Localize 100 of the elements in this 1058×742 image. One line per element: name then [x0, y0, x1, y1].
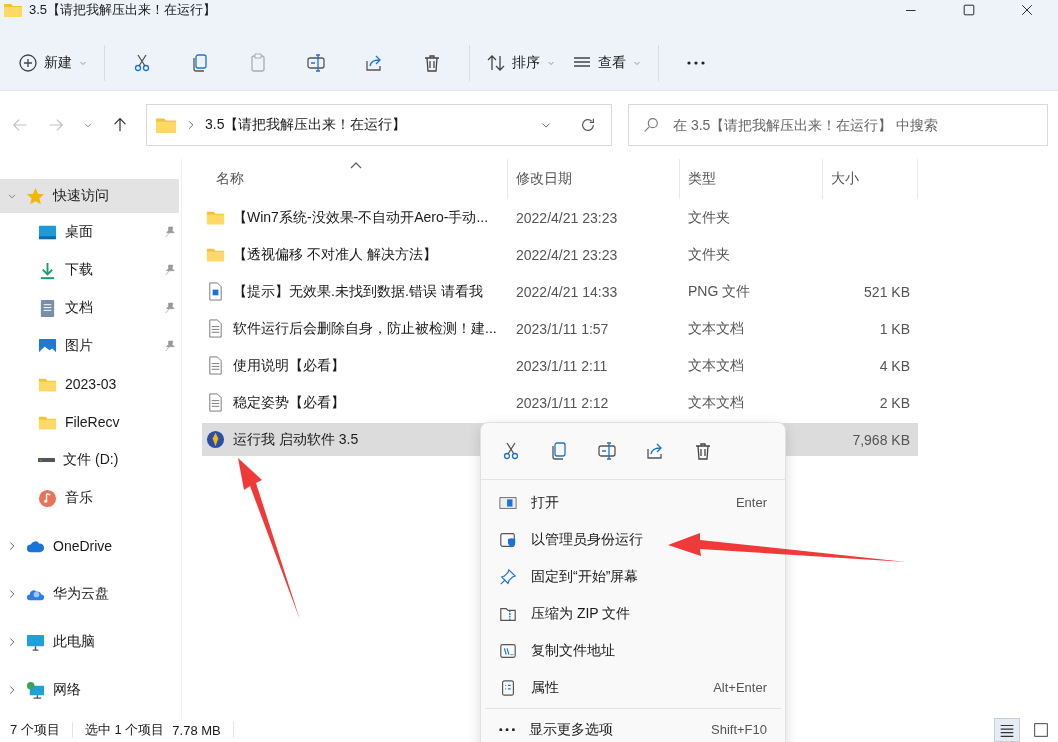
properties-icon [499, 678, 517, 697]
sidebar-item[interactable]: 文件 (D:) [0, 441, 181, 479]
copy-icon [190, 53, 210, 73]
menu-item[interactable]: 以管理员身份运行 [481, 521, 785, 558]
breadcrumb[interactable]: 3.5【请把我解压出来！在运行】 [205, 116, 407, 134]
column-header[interactable]: 修改日期 [508, 159, 680, 199]
column-header[interactable]: 类型 [680, 159, 823, 199]
picture-icon [38, 336, 57, 356]
file-type: 文本文档 [688, 393, 744, 412]
modified-date: 2022/4/21 23:23 [516, 209, 618, 226]
file-row[interactable]: 软件运行后会删除自身，防止被检测！建... 2023/1/11 1:57 文本文档 1 KB [202, 310, 918, 347]
more-icon [499, 727, 516, 732]
item-count: 7 个项目 [10, 721, 60, 739]
menu-item[interactable]: 打开 Enter [481, 484, 785, 521]
sidebar-item[interactable]: 桌面 [0, 213, 181, 251]
details-view-button[interactable] [994, 718, 1020, 742]
file-name: 软件运行后会删除自身，防止被检测！建... [233, 319, 497, 338]
column-header[interactable]: 大小 [823, 159, 918, 199]
scissors-icon [501, 441, 521, 461]
file-size: 521 KB [864, 283, 910, 300]
file-row[interactable]: 【透视偏移 不对准人 解决方法】 2022/4/21 23:23 文件夹 [202, 236, 918, 273]
menu-item[interactable]: 属性 Alt+Enter [481, 669, 785, 706]
sidebar-item[interactable]: 下载 [0, 251, 181, 289]
search-field[interactable]: 在 3.5【请把我解压出来！在运行】 中搜索 [628, 104, 1048, 146]
sidebar-item[interactable]: FileRecv [0, 403, 181, 441]
tiles-view-icon [1032, 721, 1050, 739]
text-file-icon [206, 393, 225, 412]
trash-icon [422, 53, 442, 73]
sidebar-item[interactable]: OneDrive [0, 527, 181, 565]
share-icon [364, 53, 384, 73]
sidebar-item[interactable]: 网络 [0, 671, 181, 709]
selection-count: 选中 1 个项目 [84, 721, 165, 739]
network-icon [26, 680, 45, 700]
path-icon [499, 641, 517, 660]
file-name: 【Win7系统-没效果-不自动开Aero-手动... [233, 208, 489, 227]
text-file-icon [206, 319, 225, 338]
sidebar-item[interactable]: 华为云盘 [0, 575, 181, 613]
shield-icon [499, 530, 517, 549]
file-size: 4 KB [879, 357, 910, 374]
file-type: 文件夹 [688, 245, 730, 264]
pin-icon [499, 567, 517, 586]
drive-icon [38, 457, 56, 463]
file-type: 文本文档 [688, 319, 744, 338]
sidebar-item[interactable]: 文档 [0, 289, 181, 327]
modified-date: 2022/4/21 14:33 [516, 283, 618, 300]
close-icon [1019, 2, 1035, 18]
modified-date: 2022/4/21 23:23 [516, 246, 618, 263]
search-icon [642, 116, 660, 134]
window-title: 3.5【请把我解压出来！在运行】 [29, 1, 217, 19]
column-header[interactable]: 名称 [202, 159, 508, 199]
rename-icon [597, 441, 617, 461]
sort-icon [486, 53, 506, 73]
file-row[interactable]: 稳定姿势【必看】 2023/1/11 2:12 文本文档 2 KB [202, 384, 918, 421]
file-size: 2 KB [879, 394, 910, 411]
selection-size: 7.78 MB [172, 722, 221, 738]
sidebar-item[interactable]: 音乐 [0, 479, 181, 517]
text-file-icon [206, 356, 225, 375]
file-name: 使用说明【必看】 [233, 356, 345, 375]
copy-icon [549, 441, 569, 461]
download-icon [38, 260, 57, 280]
file-row[interactable]: 【Win7系统-没效果-不自动开Aero-手动... 2022/4/21 23:23 文件夹 [202, 199, 918, 236]
star-icon [26, 186, 45, 206]
plus-icon [18, 53, 38, 73]
menu-item[interactable]: 显示更多选项 Shift+F10 [481, 711, 785, 742]
sort-button[interactable]: 排序 [478, 45, 564, 81]
music-icon [38, 488, 57, 508]
sidebar-item[interactable]: 2023-03 [0, 365, 181, 403]
up-icon [111, 116, 129, 134]
modified-date: 2023/1/11 2:12 [516, 394, 609, 411]
file-type: 文件夹 [688, 208, 730, 227]
sidebar-item[interactable]: 图片 [0, 327, 181, 365]
new-button[interactable]: 新建 [10, 45, 96, 81]
modified-date: 2023/1/11 2:11 [516, 357, 608, 374]
more-icon [687, 61, 705, 65]
view-button[interactable]: 查看 [564, 45, 650, 81]
sidebar-item[interactable]: 快速访问 [0, 179, 179, 213]
file-row[interactable]: 【提示】无效果.未找到数据.错误 请看我 2022/4/21 14:33 PNG 文件 521 KB [202, 273, 918, 310]
menu-item[interactable]: 压缩为 ZIP 文件 [481, 595, 785, 632]
file-size: 7,968 KB [852, 431, 910, 448]
maximize-icon [961, 2, 977, 18]
file-name: 运行我 启动软件 3.5 [233, 430, 359, 449]
app-icon [206, 430, 225, 449]
file-name: 【透视偏移 不对准人 解决方法】 [233, 245, 437, 264]
monitor-icon [26, 632, 45, 652]
sidebar-item[interactable]: 此电脑 [0, 623, 181, 661]
image-file-icon [206, 282, 225, 301]
menu-item[interactable]: 复制文件地址 [481, 632, 785, 669]
minimize-icon [906, 9, 916, 11]
address-bar[interactable]: 3.5【请把我解压出来！在运行】 [146, 104, 612, 146]
menu-item[interactable]: 固定到“开始”屏幕 [481, 558, 785, 595]
modified-date: 2023/1/11 1:57 [516, 320, 609, 337]
forward-icon [47, 116, 65, 134]
file-row[interactable]: 使用说明【必看】 2023/1/11 2:11 文本文档 4 KB [202, 347, 918, 384]
back-icon [11, 116, 29, 134]
file-size: 1 KB [879, 320, 910, 337]
clipboard-icon [248, 53, 268, 73]
scissors-icon [132, 53, 152, 73]
rename-icon [306, 53, 326, 73]
share-icon [645, 441, 665, 461]
document-icon [38, 298, 57, 318]
